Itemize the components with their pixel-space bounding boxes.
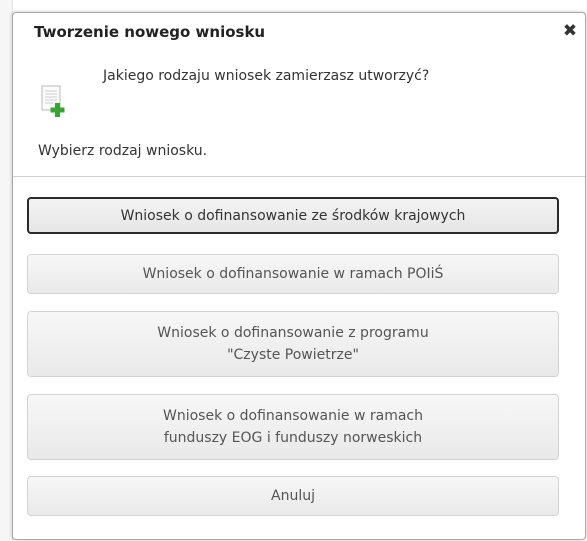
clean-air-application-button[interactable]: Wniosek o dofinansowanie z programu "Czy…: [27, 311, 559, 377]
dialog-instruction: Wybierz rodzaj wniosku.: [38, 143, 208, 159]
clean-air-button-label-line2: "Czyste Powietrze": [227, 347, 359, 363]
poiis-button-label: Wniosek o dofinansowanie w ramach POIiŚ: [142, 266, 444, 282]
divider: [13, 176, 585, 177]
dialog-titlebar: Tworzenie nowego wniosku ✖: [13, 13, 585, 53]
eea-norway-grants-application-button[interactable]: Wniosek o dofinansowanie w ramach fundus…: [27, 394, 559, 460]
dialog-question: Jakiego rodzaju wniosek zamierzasz utwor…: [103, 68, 430, 84]
eea-button-label-line2: funduszy EOG i funduszy norweskich: [163, 430, 423, 446]
poiis-application-button[interactable]: Wniosek o dofinansowanie w ramach POIiŚ: [27, 254, 559, 294]
eea-button-label-line1: Wniosek o dofinansowanie w ramach: [163, 408, 423, 424]
dialog-title: Tworzenie nowego wniosku: [34, 23, 266, 41]
cancel-button[interactable]: Anuluj: [27, 476, 559, 516]
national-funds-application-button[interactable]: Wniosek o dofinansowanie ze środków kraj…: [27, 197, 559, 234]
national-funds-button-label: Wniosek o dofinansowanie ze środków kraj…: [120, 207, 466, 224]
new-document-plus-icon: [41, 85, 65, 117]
new-application-dialog: Tworzenie nowego wniosku ✖ Jakiego rodza…: [12, 12, 586, 540]
close-icon[interactable]: ✖: [561, 21, 579, 41]
cancel-button-label: Anuluj: [271, 488, 315, 504]
clean-air-button-label-line1: Wniosek o dofinansowanie z programu: [157, 325, 429, 341]
